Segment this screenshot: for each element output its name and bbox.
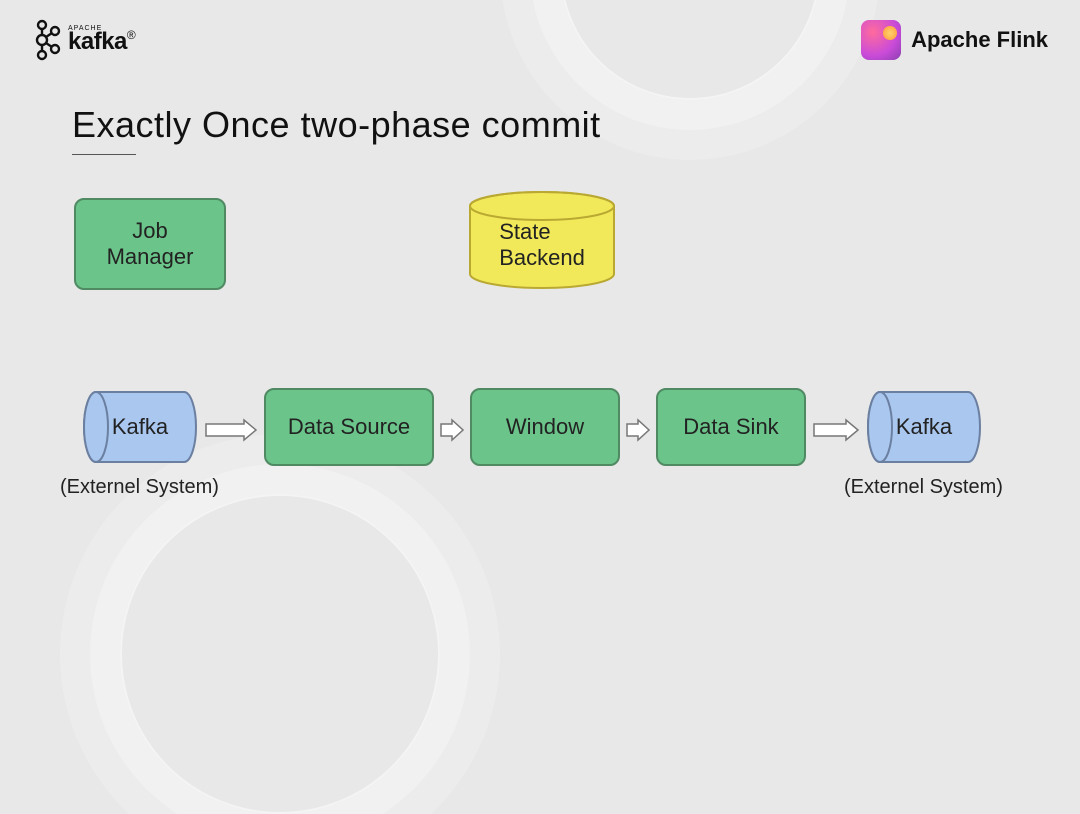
title-underline [72,154,136,155]
kafka-logo: APACHE kafka® [32,18,136,62]
kafka-sink-cylinder: Kafka [866,390,982,464]
page-title: Exactly Once two-phase commit [72,104,601,146]
job-manager-label: Job Manager [107,218,194,271]
data-sink-label: Data Sink [683,414,778,440]
data-source-box: Data Source [264,388,434,466]
arrow-source-to-window [440,418,464,442]
arrow-kafka-to-source [204,418,258,442]
kafka-icon [32,18,62,62]
background-ring-bottom [120,494,440,814]
kafka-source-label: Kafka [112,414,168,440]
external-system-caption-right: (Externel System) [844,476,1003,499]
header: APACHE kafka® Apache Flink [0,18,1080,62]
flink-logo: Apache Flink [861,20,1048,60]
registered-mark: ® [127,28,136,42]
flink-wordmark: Apache Flink [911,27,1048,53]
state-backend-label: State Backend [499,219,585,271]
kafka-sink-label: Kafka [896,414,952,440]
data-source-label: Data Source [288,414,410,440]
window-box: Window [470,388,620,466]
data-sink-box: Data Sink [656,388,806,466]
state-backend-cylinder: State Backend [468,190,616,290]
external-system-caption-left: (Externel System) [60,476,219,499]
arrow-window-to-sink [626,418,650,442]
arrow-sink-to-kafka [812,418,860,442]
kafka-source-cylinder: Kafka [82,390,198,464]
flink-squirrel-icon [861,20,901,60]
window-label: Window [506,414,584,440]
kafka-wordmark: kafka [68,28,127,55]
job-manager-box: Job Manager [74,198,226,290]
